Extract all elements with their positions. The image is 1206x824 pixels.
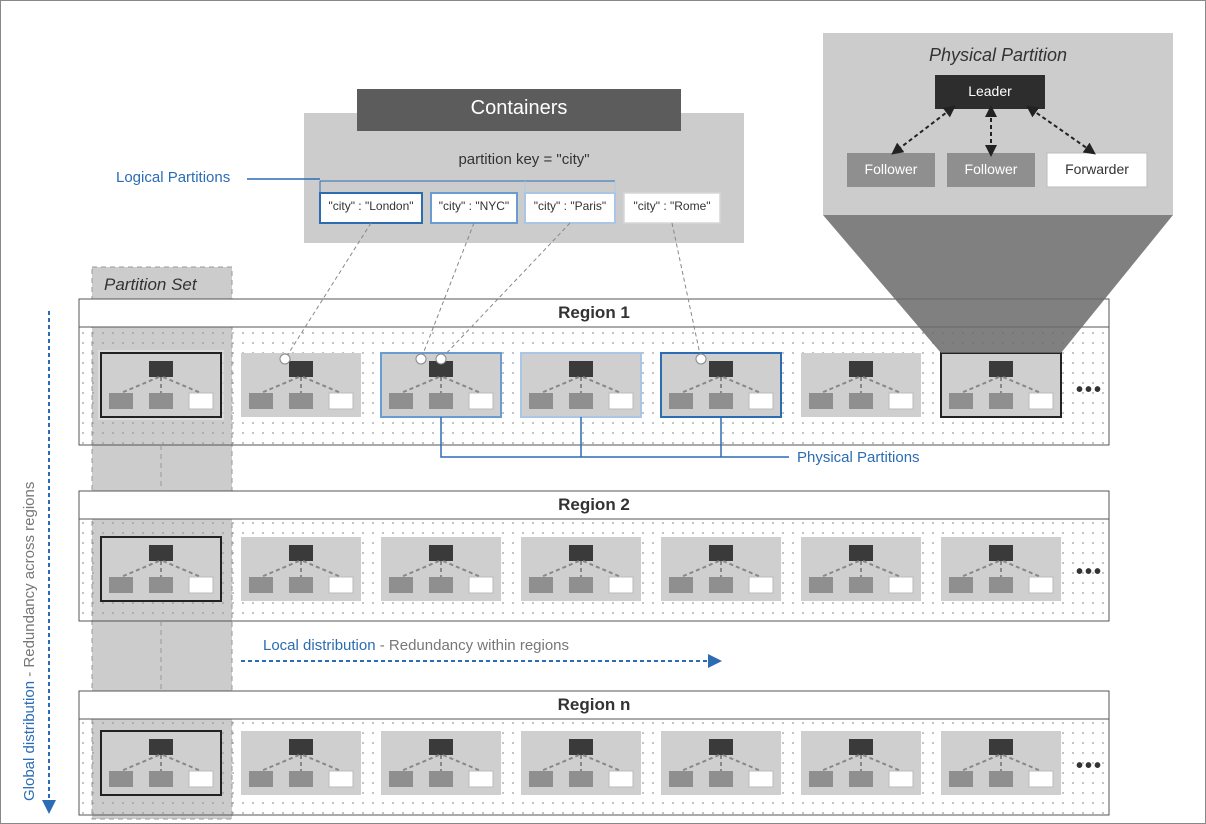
lp-label-2: "city" : "Paris": [525, 199, 615, 213]
region2-title: Region 2: [79, 495, 1109, 515]
lp-label-1: "city" : "NYC": [431, 199, 517, 213]
local-dist-main: Local distribution: [263, 637, 376, 654]
containers-title: Containers: [357, 97, 681, 120]
local-dist-sub: - Redundancy within regions: [376, 637, 569, 654]
local-distribution-label: Local distribution - Redundancy within r…: [263, 637, 569, 654]
global-distribution-label: Global distribution - Redundancy across …: [21, 482, 38, 801]
leader-label: Leader: [935, 83, 1045, 99]
ellipsis-3: •••: [1076, 755, 1103, 778]
ellipsis-1: •••: [1076, 379, 1103, 402]
region1-title: Region 1: [79, 303, 1109, 323]
global-dist-main: Global distribution: [21, 681, 38, 801]
forwarder-label: Forwarder: [1047, 161, 1147, 177]
partition-set-label: Partition Set: [104, 275, 197, 295]
follower1-label: Follower: [847, 161, 935, 177]
follower2-label: Follower: [947, 161, 1035, 177]
logical-partitions-label: Logical Partitions: [116, 169, 230, 186]
lp-label-3: "city" : "Rome": [624, 199, 720, 213]
diagram-frame: Containers partition key = "city" "city"…: [0, 0, 1206, 824]
physical-partitions-label: Physical Partitions: [797, 449, 920, 466]
partition-key-label: partition key = "city": [304, 151, 744, 168]
inset-title: Physical Partition: [823, 45, 1173, 66]
ellipsis-2: •••: [1076, 561, 1103, 584]
region-n-title: Region n: [79, 695, 1109, 715]
global-dist-sub: - Redundancy across regions: [21, 482, 38, 681]
lp-label-0: "city" : "London": [320, 199, 422, 213]
